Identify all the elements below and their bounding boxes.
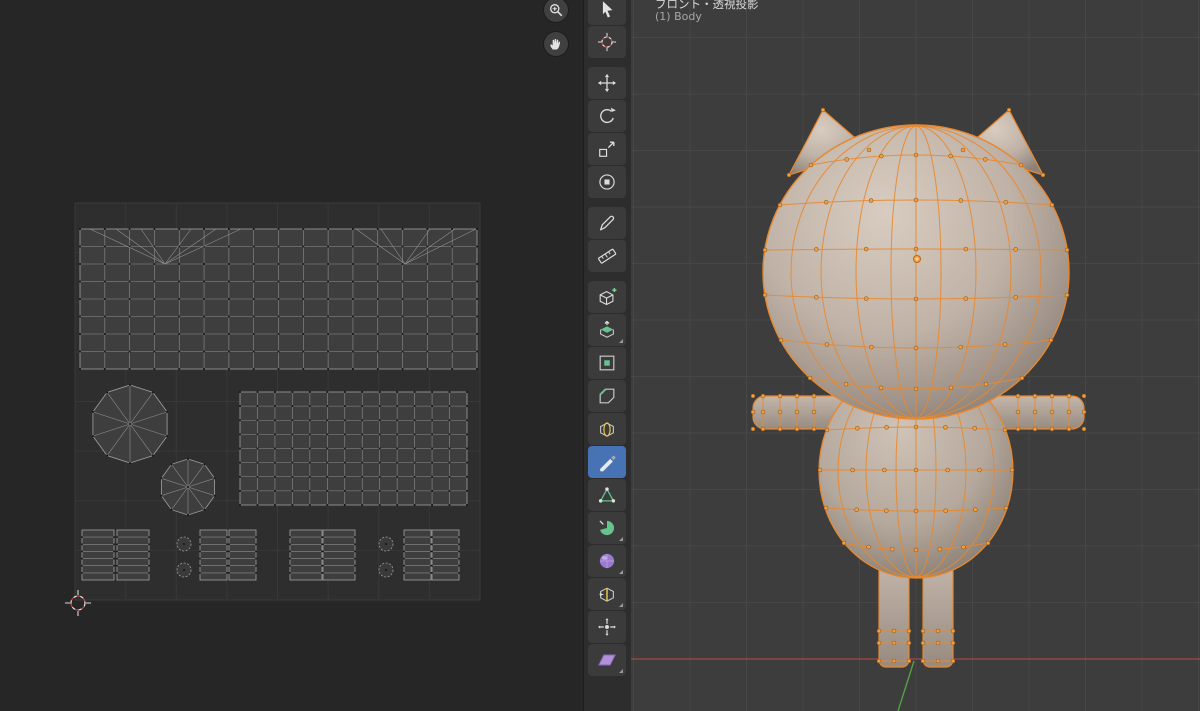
tool-smooth-button[interactable]	[588, 545, 626, 577]
pan-button[interactable]	[544, 32, 568, 56]
uv-canvas[interactable]	[0, 0, 583, 711]
toolbar-separator	[584, 273, 631, 280]
toolbar-separator	[584, 59, 631, 66]
tool-move-button[interactable]	[588, 67, 626, 99]
zoom-icon	[548, 2, 564, 18]
bevel-icon	[597, 386, 617, 406]
tool-cursor-button[interactable]	[588, 26, 626, 58]
tool-measure-button[interactable]	[588, 240, 626, 272]
tool-poly-build-button[interactable]	[588, 479, 626, 511]
tool-select-box-button[interactable]	[588, 0, 626, 25]
tool-scale-button[interactable]	[588, 133, 626, 165]
tool-rotate-button[interactable]	[588, 100, 626, 132]
tool-loop-cut-button[interactable]	[588, 413, 626, 445]
tool-bevel-button[interactable]	[588, 380, 626, 412]
loop-cut-icon	[597, 419, 617, 439]
smooth-icon	[597, 551, 617, 571]
measure-icon	[597, 246, 617, 266]
viewport-3d[interactable]: フロント・透視投影 (1) Body	[631, 0, 1200, 711]
annotate-icon	[597, 213, 617, 233]
active-object-label: (1) Body	[655, 10, 702, 23]
inset-faces-icon	[597, 353, 617, 373]
viewport-canvas[interactable]	[631, 0, 1200, 711]
poly-build-icon	[597, 485, 617, 505]
rotate-icon	[597, 106, 617, 126]
transform-icon	[597, 172, 617, 192]
tool-shrink-fatten-button[interactable]	[588, 611, 626, 643]
shrink-fatten-icon	[597, 617, 617, 637]
shear-icon	[597, 650, 617, 670]
tool-inset-faces-button[interactable]	[588, 347, 626, 379]
spin-icon	[597, 518, 617, 538]
tool-shear-button[interactable]	[588, 644, 626, 676]
edge-slide-icon	[597, 584, 617, 604]
knife-icon	[597, 452, 617, 472]
tool-transform-button[interactable]	[588, 166, 626, 198]
select-box-icon	[597, 0, 617, 19]
tool-add-cube-button[interactable]	[588, 281, 626, 313]
tool-toolbar	[583, 0, 632, 711]
uv-editor-panel[interactable]	[0, 0, 583, 711]
add-cube-icon	[597, 287, 617, 307]
move-icon	[597, 73, 617, 93]
cursor-icon	[597, 32, 617, 52]
scale-icon	[597, 139, 617, 159]
tool-spin-button[interactable]	[588, 512, 626, 544]
pan-icon	[548, 36, 564, 52]
tool-annotate-button[interactable]	[588, 207, 626, 239]
tool-extrude-region-button[interactable]	[588, 314, 626, 346]
extrude-region-icon	[597, 320, 617, 340]
tool-edge-slide-button[interactable]	[588, 578, 626, 610]
tool-knife-button[interactable]	[588, 446, 626, 478]
toolbar-separator	[584, 199, 631, 206]
